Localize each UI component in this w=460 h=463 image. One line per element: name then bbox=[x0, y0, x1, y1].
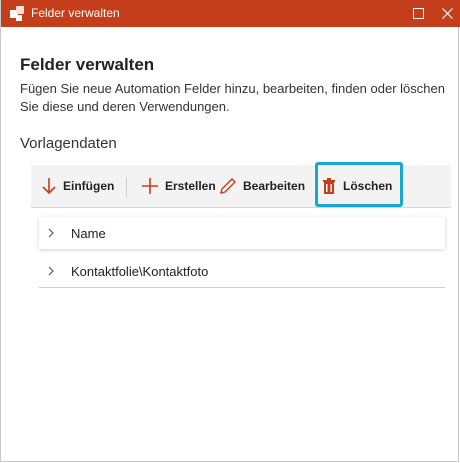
toolbar-separator bbox=[126, 177, 127, 197]
chevron-right-icon[interactable] bbox=[47, 228, 61, 238]
tree-item-label: Name bbox=[71, 225, 106, 241]
plus-icon bbox=[142, 178, 158, 194]
maximize-icon bbox=[412, 8, 424, 19]
page-title: Felder verwalten bbox=[20, 55, 155, 74]
tree-item[interactable]: Kontaktfolie\Kontaktfoto bbox=[39, 255, 445, 288]
delete-highlight bbox=[315, 162, 403, 207]
insert-button[interactable]: Einfügen bbox=[41, 165, 114, 207]
edit-label: Bearbeiten bbox=[243, 179, 306, 193]
pencil-icon bbox=[220, 178, 236, 194]
tree-item-label: Kontaktfolie\Kontaktfoto bbox=[71, 263, 209, 279]
chevron-right-icon[interactable] bbox=[47, 266, 61, 276]
create-button[interactable]: Erstellen bbox=[141, 165, 216, 207]
insert-label: Einfügen bbox=[63, 179, 115, 193]
arrow-down-icon bbox=[42, 178, 56, 195]
create-label: Erstellen bbox=[165, 179, 216, 193]
title-bar: Felder verwalten bbox=[1, 0, 460, 27]
manage-fields-window: Felder verwalten Felder verwalten Fügen … bbox=[0, 0, 460, 462]
tree-item[interactable]: Name bbox=[39, 217, 445, 249]
close-button[interactable] bbox=[432, 0, 460, 27]
close-icon bbox=[441, 8, 453, 19]
app-icon bbox=[10, 6, 24, 21]
page-description: Fügen Sie neue Automation Felder hinzu, … bbox=[20, 81, 445, 114]
edit-button[interactable]: Bearbeiten bbox=[219, 165, 305, 207]
window-title: Felder verwalten bbox=[31, 6, 120, 20]
section-title: Vorlagendaten bbox=[20, 135, 117, 152]
maximize-button[interactable] bbox=[403, 0, 433, 27]
